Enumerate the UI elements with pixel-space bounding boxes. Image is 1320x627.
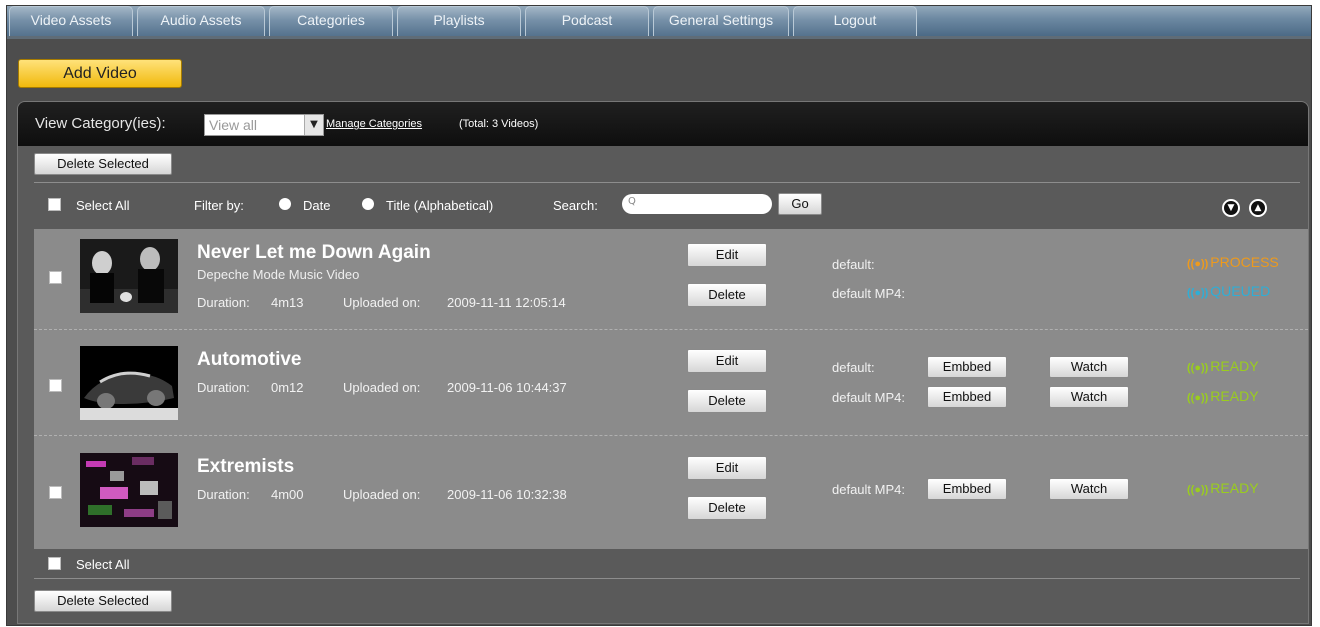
uploaded-label: Uploaded on: (343, 380, 421, 395)
tab-video-assets[interactable]: Video Assets (9, 6, 133, 36)
broadcast-signal-icon: ((●)) (1187, 392, 1209, 404)
status-text: READY (1210, 480, 1259, 496)
format-label: default: (832, 257, 875, 272)
video-row: Never Let me Down Again Depeche Mode Mus… (34, 229, 1308, 329)
circle-down-arrow-icon[interactable]: ▼ (1222, 199, 1240, 217)
video-checkbox[interactable] (49, 271, 62, 284)
tab-podcast[interactable]: Podcast (525, 6, 649, 36)
delete-button[interactable]: Delete (687, 389, 767, 413)
duration-label: Duration: (197, 380, 250, 395)
status-badge: ((●)) READY (1187, 358, 1259, 374)
select-all-checkbox-bottom[interactable] (48, 557, 61, 570)
edit-button[interactable]: Edit (687, 456, 767, 480)
uploaded-value: 2009-11-06 10:32:38 (447, 487, 567, 502)
search-input[interactable]: Q (622, 194, 772, 214)
select-all-label: Select All (76, 557, 130, 572)
video-subtitle: Depeche Mode Music Video (197, 267, 360, 282)
tab-categories[interactable]: Categories (269, 6, 393, 36)
video-thumbnail[interactable] (80, 346, 178, 420)
status-text: QUEUED (1210, 283, 1271, 299)
tab-underline (7, 36, 1311, 39)
delete-selected-button-top[interactable]: Delete Selected (34, 153, 172, 175)
tab-bar: Video Assets Audio Assets Categories Pla… (7, 6, 1311, 39)
video-checkbox[interactable] (49, 486, 62, 499)
broadcast-signal-icon: ((●)) (1187, 287, 1209, 299)
status-badge: ((●)) READY (1187, 388, 1259, 404)
select-all-checkbox-top[interactable] (48, 198, 61, 211)
row-separator (34, 435, 1308, 436)
tab-playlists[interactable]: Playlists (397, 6, 521, 36)
video-panel: View Category(ies): View all ▼ Manage Ca… (17, 101, 1309, 624)
video-thumbnail[interactable] (80, 239, 178, 313)
watch-button[interactable]: Watch (1049, 386, 1129, 408)
video-title: Automotive (197, 349, 302, 370)
tab-audio-assets[interactable]: Audio Assets (137, 6, 265, 36)
format-label: default MP4: (832, 286, 905, 301)
video-thumbnail[interactable] (80, 453, 178, 527)
divider (34, 578, 1300, 579)
view-category-label: View Category(ies): (35, 115, 166, 132)
format-label: default MP4: (832, 390, 905, 405)
title-radio[interactable] (362, 198, 374, 210)
duration-value: 4m00 (271, 487, 304, 502)
divider (34, 182, 1300, 183)
status-badge: ((●)) QUEUED (1187, 283, 1270, 299)
video-row: Automotive Duration: 0m12 Uploaded on: 2… (34, 336, 1308, 436)
search-icon: Q (628, 196, 636, 207)
broadcast-signal-icon: ((●)) (1187, 362, 1209, 374)
uploaded-label: Uploaded on: (343, 295, 421, 310)
row-separator (34, 329, 1308, 330)
uploaded-value: 2009-11-11 12:05:14 (447, 295, 566, 310)
manage-categories-link[interactable]: Manage Categories (326, 118, 422, 130)
status-badge: ((●)) PROCESS (1187, 254, 1279, 270)
go-button[interactable]: Go (778, 193, 822, 215)
duration-label: Duration: (197, 295, 250, 310)
embed-button[interactable]: Embbed (927, 386, 1007, 408)
chevron-down-icon[interactable]: ▼ (304, 115, 323, 135)
status-badge: ((●)) READY (1187, 480, 1259, 496)
status-text: PROCESS (1210, 254, 1279, 270)
duration-value: 4m13 (271, 295, 304, 310)
circle-up-arrow-icon[interactable]: ▲ (1249, 199, 1267, 217)
filter-by-label: Filter by: (194, 198, 244, 213)
edit-button[interactable]: Edit (687, 243, 767, 267)
select-all-label: Select All (76, 198, 130, 213)
category-select-value: View all (209, 117, 257, 133)
date-radio[interactable] (279, 198, 291, 210)
duration-value: 0m12 (271, 380, 304, 395)
video-list: Never Let me Down Again Depeche Mode Mus… (34, 229, 1308, 549)
delete-selected-button-bottom[interactable]: Delete Selected (34, 590, 172, 612)
video-title: Extremists (197, 456, 295, 477)
watch-button[interactable]: Watch (1049, 478, 1129, 500)
embed-button[interactable]: Embbed (927, 478, 1007, 500)
add-video-button[interactable]: Add Video (18, 59, 182, 88)
broadcast-signal-icon: ((●)) (1187, 484, 1209, 496)
date-label: Date (303, 198, 331, 213)
status-text: READY (1210, 388, 1259, 404)
edit-button[interactable]: Edit (687, 349, 767, 373)
uploaded-value: 2009-11-06 10:44:37 (447, 380, 567, 395)
duration-label: Duration: (197, 487, 250, 502)
format-label: default: (832, 360, 875, 375)
delete-button[interactable]: Delete (687, 496, 767, 520)
tab-logout[interactable]: Logout (793, 6, 917, 36)
total-videos-count: (Total: 3 Videos) (459, 118, 539, 130)
video-title: Never Let me Down Again (197, 242, 431, 263)
category-select[interactable]: View all ▼ (204, 114, 324, 136)
video-row: Extremists Duration: 4m00 Uploaded on: 2… (34, 443, 1308, 543)
format-label: default MP4: (832, 482, 905, 497)
search-label: Search: (553, 198, 598, 213)
broadcast-signal-icon: ((●)) (1187, 258, 1209, 270)
status-text: READY (1210, 358, 1259, 374)
video-checkbox[interactable] (49, 379, 62, 392)
embed-button[interactable]: Embbed (927, 356, 1007, 378)
video-manager-app: Video Assets Audio Assets Categories Pla… (6, 5, 1312, 626)
watch-button[interactable]: Watch (1049, 356, 1129, 378)
uploaded-label: Uploaded on: (343, 487, 421, 502)
delete-button[interactable]: Delete (687, 283, 767, 307)
tab-general-settings[interactable]: General Settings (653, 6, 789, 36)
title-alphabetical-label: Title (Alphabetical) (386, 198, 494, 213)
category-bar: View Category(ies): View all ▼ Manage Ca… (18, 102, 1308, 146)
